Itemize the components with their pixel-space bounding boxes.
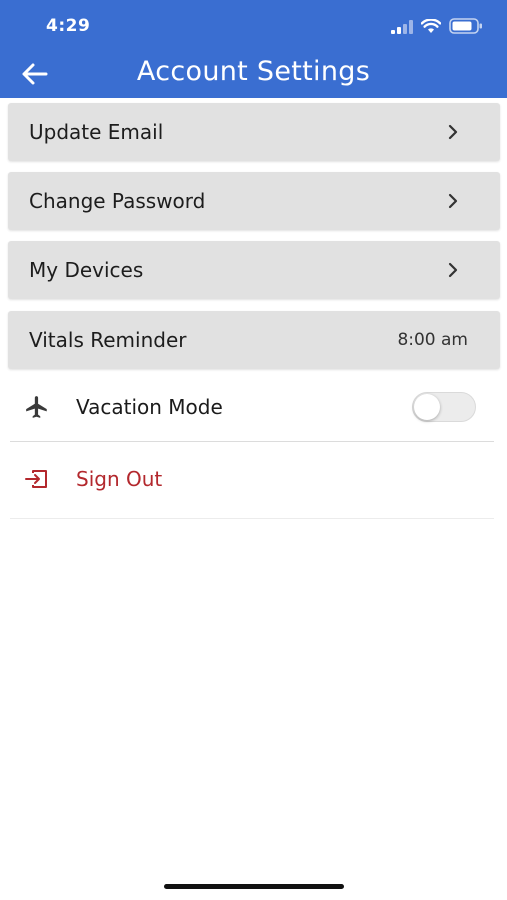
status-icons <box>391 17 483 38</box>
sign-out-icon <box>24 466 50 492</box>
battery-icon <box>449 18 483 38</box>
sign-out-row[interactable]: Sign Out <box>10 454 494 504</box>
wifi-icon <box>420 17 442 38</box>
change-password-item[interactable]: Change Password <box>8 172 500 230</box>
update-email-label: Update Email <box>29 120 164 144</box>
chevron-right-icon <box>444 192 462 210</box>
cellular-signal-icon <box>391 19 413 38</box>
vitals-reminder-time[interactable]: 8:00 am <box>397 330 468 350</box>
my-devices-label: My Devices <box>29 258 144 282</box>
page-title: Account Settings <box>136 56 371 87</box>
home-indicator[interactable] <box>164 884 344 889</box>
sign-out-label: Sign Out <box>76 467 163 491</box>
app-header: 4:29 Account Settings <box>0 0 507 98</box>
divider <box>10 441 494 442</box>
change-password-label: Change Password <box>29 189 206 213</box>
divider <box>10 518 494 519</box>
status-time: 4:29 <box>46 16 91 36</box>
vacation-mode-toggle[interactable] <box>412 392 476 422</box>
airplane-icon <box>24 394 50 420</box>
update-email-item[interactable]: Update Email <box>8 103 500 161</box>
chevron-right-icon <box>444 261 462 279</box>
vitals-reminder-label: Vitals Reminder <box>29 328 187 352</box>
toggle-knob <box>414 394 440 420</box>
chevron-right-icon <box>444 123 462 141</box>
my-devices-item[interactable]: My Devices <box>8 241 500 299</box>
vacation-mode-label: Vacation Mode <box>76 395 223 419</box>
vitals-reminder-item[interactable]: Vitals Reminder 8:00 am <box>8 311 500 369</box>
vacation-mode-row: Vacation Mode <box>10 382 494 432</box>
